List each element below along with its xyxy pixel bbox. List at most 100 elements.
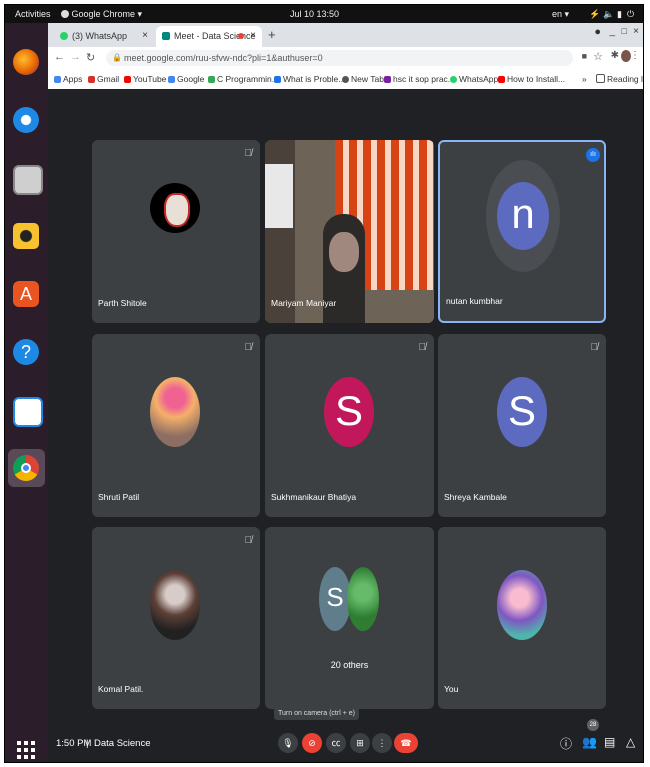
tab-whatsapp[interactable]: (3) WhatsApp ×: [54, 26, 154, 47]
camera-off-button[interactable]: ⊘: [302, 733, 322, 753]
volume-icon[interactable]: 🔈: [603, 9, 614, 20]
avatar: [150, 570, 200, 640]
battery-icon[interactable]: ▮: [617, 9, 622, 20]
bookmark-how-to-install[interactable]: How to Install...: [498, 74, 565, 84]
more-bookmarks-button[interactable]: »: [582, 74, 587, 84]
more-options-button[interactable]: ⋮: [372, 733, 392, 753]
captions-icon: ㏄: [331, 738, 341, 748]
participant-tile-shreya-kambale[interactable]: 🎙̸ S Shreya Kambale: [438, 334, 606, 517]
rhythmbox-icon[interactable]: [13, 223, 39, 249]
mic-off-icon: 🎙̸: [244, 535, 253, 546]
menu-icon[interactable]: ⋮: [630, 50, 640, 61]
activities-icon[interactable]: △: [626, 735, 635, 749]
help-icon[interactable]: ?: [13, 339, 39, 365]
reading-list-icon: [596, 74, 605, 83]
people-icon[interactable]: 👥: [582, 735, 597, 749]
mic-off-icon: 🎙̸: [418, 342, 427, 353]
meet-stage: 🎙̸ Parth Shitole Mariyam Maniyar ıIı n n…: [48, 89, 643, 762]
captions-button[interactable]: ㏄: [326, 733, 346, 753]
tooltip: Turn on camera (ctrl + e): [274, 707, 359, 720]
avatar: S: [497, 377, 547, 447]
extensions-icon[interactable]: ✱: [611, 50, 619, 61]
power-icon[interactable]: ⏻: [627, 9, 634, 20]
info-icon[interactable]: ⓘ: [560, 735, 572, 752]
app-menu[interactable]: Google Chrome ▾: [61, 9, 142, 20]
ubuntu-dock: A ?: [5, 23, 48, 762]
bookmark-hsc[interactable]: hsc it sop prac...: [384, 74, 455, 84]
mic-off-icon: 🎙̸: [590, 342, 599, 353]
files-icon[interactable]: [13, 165, 43, 195]
participant-name: Komal Patil.: [98, 684, 144, 694]
participant-tile-sukhmanikaur-bhatiya[interactable]: 🎙̸ S Sukhmanikaur Bhatiya: [265, 334, 434, 517]
participant-tile-mariyam-maniyar[interactable]: Mariyam Maniyar: [265, 140, 434, 323]
bookmark-c-programming[interactable]: C Programmin...: [208, 74, 279, 84]
whatsapp-icon: [60, 32, 68, 40]
bookmark-gmail[interactable]: Gmail: [88, 74, 119, 84]
google-icon: [168, 76, 175, 83]
bookmark-what-is-problem[interactable]: What is Proble...: [274, 74, 345, 84]
tab-strip: (3) WhatsApp × Meet - Data Science × + ●…: [48, 23, 643, 47]
participant-name: Mariyam Maniyar: [271, 298, 337, 308]
clock[interactable]: Jul 10 13:50: [290, 9, 339, 19]
close-icon[interactable]: ×: [142, 30, 148, 41]
bookmark-new-tab[interactable]: New Tab: [342, 74, 384, 84]
participant-tile-you[interactable]: You: [438, 527, 606, 709]
others-count: 20 others: [330, 660, 369, 670]
bookmark-youtube[interactable]: YouTube: [124, 74, 166, 84]
present-button[interactable]: ⊞: [350, 733, 370, 753]
participant-tile-shruti-patil[interactable]: 🎙̸ Shruti Patil: [92, 334, 260, 517]
chrome-icon[interactable]: [13, 455, 39, 481]
recording-icon: [238, 33, 244, 39]
firefox-icon[interactable]: [13, 49, 39, 75]
present-icon: ⊞: [356, 738, 364, 748]
software-center-icon[interactable]: A: [13, 281, 39, 307]
close-icon[interactable]: ×: [250, 30, 256, 41]
maximize-button[interactable]: □: [622, 26, 627, 36]
bookmark-whatsapp[interactable]: WhatsApp: [450, 74, 498, 84]
mic-icon: 🎙: [282, 738, 294, 748]
youtube-icon: [124, 76, 131, 83]
language-indicator[interactable]: en ▾: [552, 9, 569, 20]
participant-tile-komal-patil[interactable]: 🎙̸ Komal Patil.: [92, 527, 260, 709]
star-icon[interactable]: ☆: [593, 50, 603, 63]
youtube-icon: [498, 76, 505, 83]
minimize-button[interactable]: _: [609, 26, 615, 37]
url-field[interactable]: 🔒 meet.google.com/ruu-sfvw-ndc?pli=1&aut…: [106, 50, 573, 66]
avatar: S: [324, 377, 374, 447]
bookmark-apps[interactable]: Apps: [54, 74, 82, 84]
apps-grid-icon: [54, 76, 61, 83]
close-window-button[interactable]: ×: [633, 26, 639, 37]
mic-button[interactable]: 🎙: [278, 733, 298, 753]
google-icon: [208, 76, 215, 83]
participant-tile-nutan-kumbhar[interactable]: ıIı n nutan kumbhar: [438, 140, 606, 323]
participant-tile-parth-shitole[interactable]: 🎙̸ Parth Shitole: [92, 140, 260, 323]
libreoffice-writer-icon[interactable]: [13, 397, 43, 427]
chat-icon[interactable]: ▤: [604, 735, 615, 749]
tab-meet[interactable]: Meet - Data Science ×: [156, 26, 262, 47]
bookmark-icon: [274, 76, 281, 83]
participant-tile-others[interactable]: S 20 others: [265, 527, 434, 709]
app-grid-icon[interactable]: [17, 741, 35, 759]
activities-button[interactable]: Activities: [15, 9, 51, 19]
avatar: [347, 567, 379, 631]
globe-icon: [342, 76, 349, 83]
avatar: [497, 570, 547, 640]
bookmarks-bar: Apps Gmail YouTube Google C Programmin..…: [48, 69, 643, 90]
participant-count-badge: 28: [587, 719, 599, 731]
network-icon[interactable]: ⚡: [589, 9, 600, 20]
whatsapp-icon: [450, 76, 457, 83]
participant-name: nutan kumbhar: [446, 296, 503, 306]
profile-icon[interactable]: ●: [594, 26, 601, 38]
participant-name: Shreya Kambale: [444, 492, 507, 502]
bookmark-google[interactable]: Google: [168, 74, 204, 84]
leave-call-button[interactable]: ☎: [394, 733, 418, 753]
reading-list-button[interactable]: Reading list: [596, 74, 643, 84]
reload-icon[interactable]: ↻: [86, 51, 95, 64]
thunderbird-icon[interactable]: [13, 107, 39, 133]
new-tab-button[interactable]: +: [268, 27, 276, 42]
back-icon[interactable]: ←: [54, 51, 65, 63]
forward-icon[interactable]: →: [70, 51, 81, 63]
separator: |: [86, 738, 89, 749]
cast-icon[interactable]: ■: [582, 51, 587, 61]
avatar: [150, 377, 200, 447]
